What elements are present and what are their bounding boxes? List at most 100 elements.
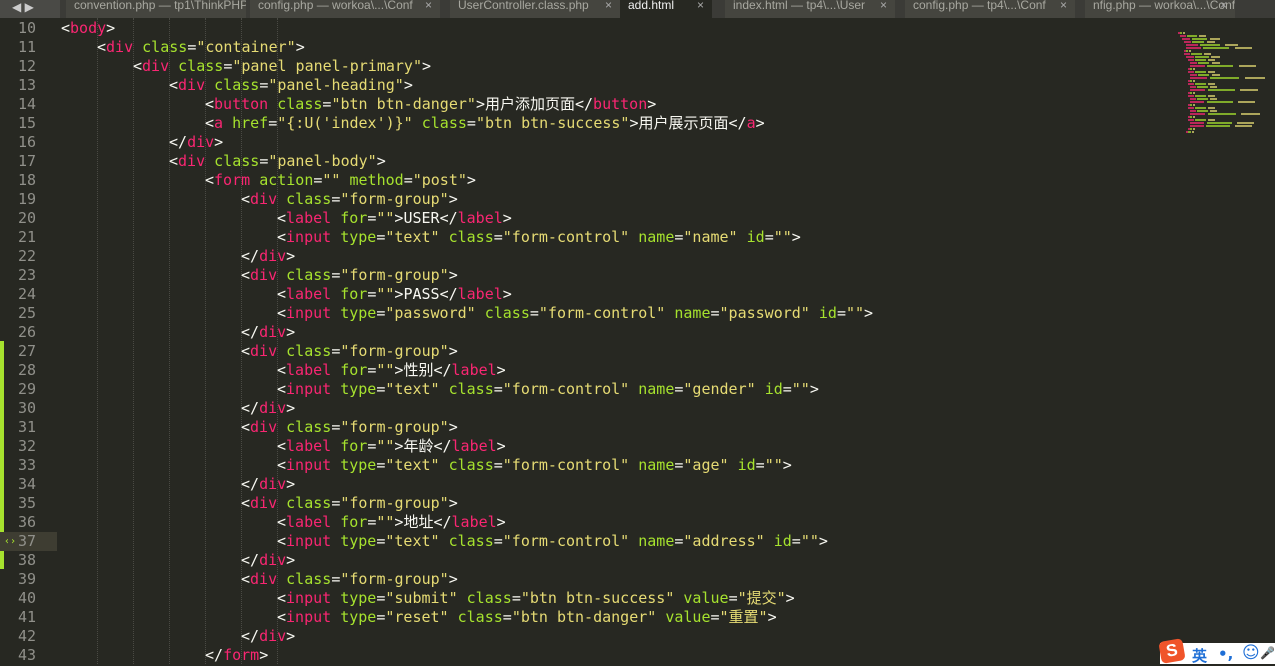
- code-line[interactable]: 40 <input type="submit" class="btn btn-su…: [0, 589, 1170, 608]
- close-tab-icon[interactable]: ×: [697, 0, 704, 11]
- line-number[interactable]: 35: [0, 494, 36, 513]
- line-number[interactable]: 18: [0, 171, 36, 190]
- line-number[interactable]: 30: [0, 399, 36, 418]
- code-line[interactable]: 30 </div>: [0, 399, 1170, 418]
- line-number[interactable]: 36: [0, 513, 36, 532]
- minimap-line: [1188, 119, 1194, 121]
- code-line[interactable]: 39 <div class="form-group">: [0, 570, 1170, 589]
- line-number[interactable]: 12: [0, 57, 36, 76]
- tab-nav-arrows[interactable]: ◀ ▶: [0, 0, 60, 18]
- line-number[interactable]: 27: [0, 342, 36, 361]
- code-line[interactable]: 22 </div>: [0, 247, 1170, 266]
- code-line[interactable]: 35 <div class="form-group">: [0, 494, 1170, 513]
- code-line[interactable]: 24 <label for="">PASS</label>: [0, 285, 1170, 304]
- minimap[interactable]: [1178, 32, 1268, 142]
- line-number[interactable]: 39: [0, 570, 36, 589]
- line-number[interactable]: 37: [0, 532, 36, 551]
- line-number[interactable]: 28: [0, 361, 36, 380]
- tab-1[interactable]: config.php — workoa\...\Conf ×: [250, 0, 440, 18]
- tab-label: convention.php — tp1\ThinkPHP\C: [74, 0, 246, 12]
- tab-0[interactable]: convention.php — tp1\ThinkPHP\C: [66, 0, 246, 18]
- line-number[interactable]: 15: [0, 114, 36, 133]
- code-line[interactable]: 38 </div>: [0, 551, 1170, 570]
- code-line[interactable]: 17 <div class="panel-body">: [0, 152, 1170, 171]
- line-number[interactable]: 20: [0, 209, 36, 228]
- code-text: <div class="form-group">: [241, 494, 458, 512]
- close-tab-icon[interactable]: ×: [425, 0, 432, 11]
- line-number[interactable]: 16: [0, 133, 36, 152]
- code-line[interactable]: 43 </form>: [0, 646, 1170, 665]
- tab-4[interactable]: index.html — tp4\...\User ×: [725, 0, 895, 18]
- line-number[interactable]: 26: [0, 323, 36, 342]
- microphone-icon[interactable]: 🎤: [1260, 646, 1275, 660]
- code-line[interactable]: 10 <body>: [0, 19, 1170, 38]
- code-line[interactable]: 16 </div>: [0, 133, 1170, 152]
- tab-5[interactable]: config.php — tp4\...\Conf ×: [905, 0, 1075, 18]
- tab-3[interactable]: add.html ×: [620, 0, 712, 18]
- line-number[interactable]: 13: [0, 76, 36, 95]
- code-line[interactable]: 19 <div class="form-group">: [0, 190, 1170, 209]
- line-number[interactable]: 38: [0, 551, 36, 570]
- code-line[interactable]: 33 <input type="text" class="form-control…: [0, 456, 1170, 475]
- code-line[interactable]: 34 </div>: [0, 475, 1170, 494]
- minimap-line: [1197, 62, 1210, 64]
- code-line[interactable]: 14 <button class="btn btn-danger">用户添加页面<…: [0, 95, 1170, 114]
- code-line[interactable]: 25 <input type="password" class="form-con…: [0, 304, 1170, 323]
- line-number[interactable]: 40: [0, 589, 36, 608]
- emoji-icon[interactable]: ☺: [1242, 643, 1260, 663]
- code-line[interactable]: 11 <div class="container">: [0, 38, 1170, 57]
- code-line[interactable]: 15 <a href="{:U('index')}" class="btn btn…: [0, 114, 1170, 133]
- minimap-line: [1208, 83, 1216, 85]
- line-number[interactable]: 10: [0, 19, 36, 38]
- tab-label: config.php — workoa\...\Conf: [258, 0, 413, 12]
- code-line[interactable]: 36 <label for="">地址</label>: [0, 513, 1170, 532]
- minimap-line: [1190, 65, 1205, 67]
- minimap-line: [1190, 77, 1207, 79]
- code-line[interactable]: 29 <input type="text" class="form-control…: [0, 380, 1170, 399]
- ime-punctuation-toggle[interactable]: •,: [1218, 645, 1233, 663]
- line-number[interactable]: 19: [0, 190, 36, 209]
- code-line[interactable]: 13 <div class="panel-heading">: [0, 76, 1170, 95]
- code-line[interactable]: 12 <div class="panel panel-primary">: [0, 57, 1170, 76]
- line-number[interactable]: 34: [0, 475, 36, 494]
- code-line[interactable]: 26 </div>: [0, 323, 1170, 342]
- code-line[interactable]: 31 <div class="form-group">: [0, 418, 1170, 437]
- line-number[interactable]: 42: [0, 627, 36, 646]
- tab-6[interactable]: nfig.php — workoa\...\Conf ×: [1085, 0, 1235, 18]
- close-tab-icon[interactable]: ×: [1060, 0, 1067, 11]
- tab-2[interactable]: UserController.class.php ×: [450, 0, 620, 18]
- code-line[interactable]: 32 <label for="">年龄</label>: [0, 437, 1170, 456]
- minimap-line: [1204, 53, 1212, 55]
- line-number[interactable]: 17: [0, 152, 36, 171]
- line-number[interactable]: 29: [0, 380, 36, 399]
- code-line[interactable]: 41 <input type="reset" class="btn btn-dan…: [0, 608, 1170, 627]
- minimap-line: [1211, 74, 1220, 76]
- code-line[interactable]: 27 <div class="form-group">: [0, 342, 1170, 361]
- line-number[interactable]: 43: [0, 646, 36, 665]
- line-number[interactable]: 22: [0, 247, 36, 266]
- line-number[interactable]: 21: [0, 228, 36, 247]
- line-number[interactable]: 25: [0, 304, 36, 323]
- ime-language-toggle[interactable]: 英: [1192, 645, 1207, 666]
- line-number[interactable]: 33: [0, 456, 36, 475]
- line-number[interactable]: 23: [0, 266, 36, 285]
- line-number[interactable]: 14: [0, 95, 36, 114]
- close-tab-icon[interactable]: ×: [1220, 0, 1227, 11]
- code-line[interactable]: 20 <label for="">USER</label>: [0, 209, 1170, 228]
- close-tab-icon[interactable]: ×: [880, 0, 887, 11]
- code-line[interactable]: 42 </div>: [0, 627, 1170, 646]
- line-number[interactable]: 11: [0, 38, 36, 57]
- code-line[interactable]: 37 <input type="text" class="form-control…: [0, 532, 1170, 551]
- sogou-logo-icon[interactable]: S: [1158, 638, 1186, 664]
- line-number[interactable]: 32: [0, 437, 36, 456]
- minimap-line: [1189, 50, 1192, 52]
- code-line[interactable]: 18 <form action="" method="post">: [0, 171, 1170, 190]
- code-line[interactable]: 28 <label for="">性别</label>: [0, 361, 1170, 380]
- code-line[interactable]: 21 <input type="text" class="form-control…: [0, 228, 1170, 247]
- line-number[interactable]: 24: [0, 285, 36, 304]
- code-line[interactable]: 23 <div class="form-group">: [0, 266, 1170, 285]
- code-editor[interactable]: 10 <body> 11 <div class="container"> 12 <div …: [0, 18, 1275, 664]
- line-number[interactable]: 31: [0, 418, 36, 437]
- line-number[interactable]: 41: [0, 608, 36, 627]
- close-tab-icon[interactable]: ×: [605, 0, 612, 11]
